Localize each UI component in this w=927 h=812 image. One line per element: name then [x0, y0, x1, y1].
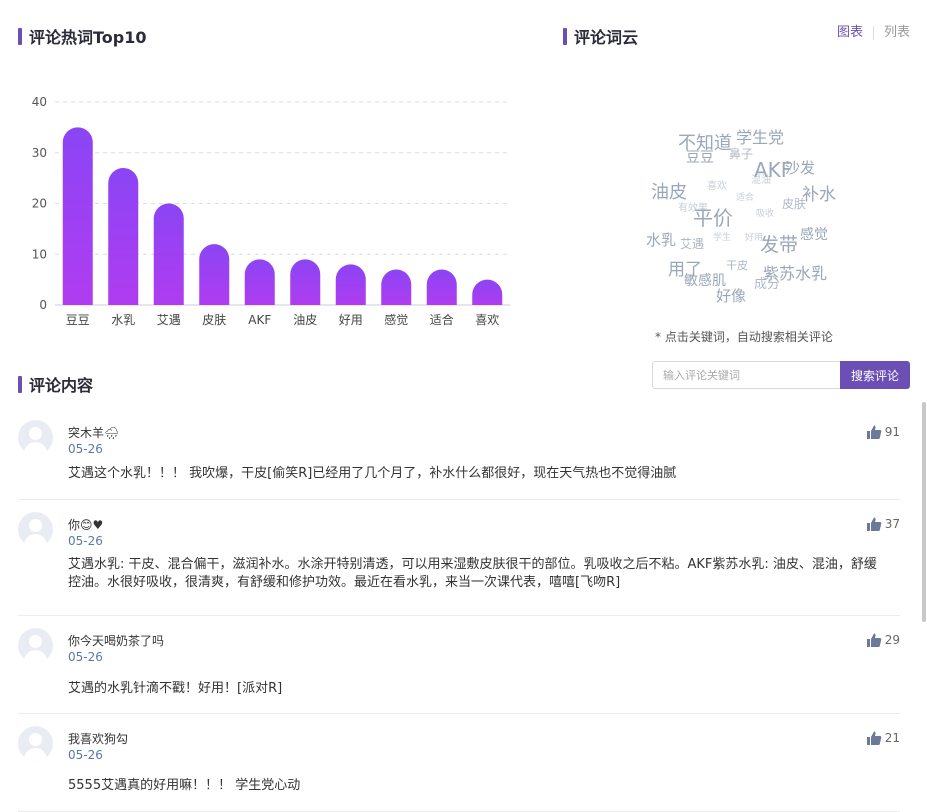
x-tick-label: 艾遇 — [157, 313, 181, 327]
cloud-word[interactable]: 适合 — [736, 194, 754, 203]
word-cloud-title-text: 评论词云 — [574, 28, 639, 47]
cloud-word[interactable]: 感觉 — [800, 228, 828, 242]
comment-search: 搜索评论 — [652, 361, 910, 389]
comment-text: 艾遇的水乳针滴不戳！好用！[派对R] — [68, 681, 283, 696]
x-tick-label: 皮肤 — [202, 312, 226, 327]
thumbs-up-icon — [866, 633, 882, 647]
x-tick-label: 感觉 — [384, 312, 408, 327]
comment-text: 艾遇这个水乳！！！ 我吹爆，干皮[偷笑R]已经用了几个月了，补水什么都很好，现在… — [68, 466, 677, 481]
cloud-word[interactable]: 学生 — [713, 234, 731, 243]
cloud-word[interactable]: 学生党 — [736, 130, 784, 146]
comment-date: 05-26 — [68, 534, 103, 548]
bar-豆豆[interactable] — [62, 127, 93, 306]
like-button[interactable]: 37 — [866, 516, 900, 532]
bar-AKF[interactable] — [244, 259, 275, 305]
bar-好用[interactable] — [335, 264, 366, 305]
x-tick-label: AKF — [248, 313, 271, 327]
bar-感觉[interactable] — [381, 269, 412, 305]
cloud-word[interactable]: 平价 — [693, 208, 733, 228]
cloud-word[interactable]: 艾遇 — [680, 238, 704, 250]
comment-item: 你😊♥ 05-26 37 艾遇水乳: 干皮、混合偏干，滋润补水。水涂开特别清透，… — [18, 500, 900, 616]
bar-适合[interactable] — [426, 269, 457, 305]
avatar — [18, 420, 53, 455]
comment-username: 你今天喝奶茶了吗 — [68, 634, 165, 648]
bar-水乳[interactable] — [108, 167, 139, 305]
cloud-word[interactable]: 油皮 — [651, 184, 687, 202]
comment-item: 突木羊🌧 05-26 91 艾遇这个水乳！！！ 我吹爆，干皮[偷笑R]已经用了几… — [18, 408, 900, 500]
x-tick-label: 好用 — [339, 313, 363, 327]
comments-title: 评论内容 — [18, 372, 93, 396]
like-button[interactable]: 21 — [866, 730, 900, 746]
cloud-word[interactable]: 敏感肌 — [684, 274, 726, 288]
tab-list[interactable]: 列表 — [874, 26, 920, 40]
cloud-word[interactable]: 补水 — [802, 187, 836, 204]
comment-text: 5555艾遇真的好用嘛！！！ 学生党心动 — [68, 778, 301, 793]
x-tick-label: 适合 — [430, 312, 454, 327]
cloud-word[interactable]: 好像 — [716, 289, 746, 304]
comment-item: 你今天喝奶茶了吗 05-26 29 艾遇的水乳针滴不戳！好用！[派对R] — [18, 616, 900, 714]
cloud-word[interactable]: 成分 — [754, 278, 780, 291]
cloud-word[interactable]: 豆豆 — [686, 151, 714, 165]
y-tick-label: 0 — [39, 298, 47, 312]
search-comments-button[interactable]: 搜索评论 — [840, 361, 910, 389]
title-accent-bar — [18, 375, 22, 393]
hot-words-bar-chart: 0 10 20 30 40 豆豆 水乳 艾遇 皮肤 AKF 油皮 好用 感觉 适合 喜欢 — [32, 95, 510, 327]
y-tick-label: 30 — [32, 146, 47, 160]
bar-皮肤[interactable] — [199, 244, 230, 305]
comment-username: 突木羊🌧 — [68, 426, 120, 440]
cloud-word[interactable]: 喜欢 — [707, 182, 727, 192]
cloud-word[interactable]: 干皮 — [726, 260, 748, 271]
x-tick-label: 水乳 — [111, 313, 135, 327]
word-cloud: 不知道 学生党 豆豆 鼻子 AKF 沙发 油皮 喜欢 混油 补水 有效果 适合 平价 吸收 皮肤 水乳 艾遇 学生… — [640, 120, 850, 320]
thumbs-up-icon — [866, 517, 882, 531]
like-count: 91 — [884, 425, 900, 439]
comment-item: 我喜欢狗勾 05-26 21 5555艾遇真的好用嘛！！！ 学生党心动 — [18, 714, 900, 812]
thumbs-up-icon — [866, 731, 882, 745]
like-count: 29 — [884, 633, 900, 647]
x-tick-label: 油皮 — [293, 313, 317, 327]
comment-list: 突木羊🌧 05-26 91 艾遇这个水乳！！！ 我吹爆，干皮[偷笑R]已经用了几… — [18, 408, 900, 812]
avatar — [18, 726, 53, 761]
comment-text: 艾遇水乳: 干皮、混合偏干，滋润补水。水涂开特别清透，可以用来湿敷皮肤很干的部位… — [68, 557, 877, 590]
like-count: 37 — [884, 517, 900, 531]
comments-title-text: 评论内容 — [29, 376, 94, 395]
cloud-word[interactable]: 沙发 — [785, 161, 815, 176]
comment-username: 你😊♥ — [68, 518, 104, 532]
like-count: 21 — [884, 731, 900, 745]
x-tick-label: 豆豆 — [66, 313, 90, 327]
y-tick-label: 40 — [32, 95, 47, 109]
scrollbar-thumb[interactable] — [922, 402, 926, 622]
like-button[interactable]: 91 — [866, 424, 900, 440]
y-tick-label: 20 — [32, 197, 47, 211]
comment-username: 我喜欢狗勾 — [68, 732, 129, 746]
word-cloud-title: 评论词云 — [563, 24, 638, 48]
thumbs-up-icon — [866, 425, 882, 439]
cloud-word[interactable]: 鼻子 — [729, 148, 753, 160]
comment-date: 05-26 — [68, 442, 103, 456]
bar-艾遇[interactable] — [153, 203, 184, 306]
search-input[interactable] — [652, 361, 840, 389]
cloud-word[interactable]: 皮肤 — [782, 198, 806, 210]
bar-油皮[interactable] — [290, 259, 321, 305]
word-cloud-hint: * 点击关键词，自动搜索相关评论 — [655, 330, 833, 344]
view-toggle: 图表 列表 — [827, 26, 927, 40]
like-button[interactable]: 29 — [866, 632, 900, 648]
bar-喜欢[interactable] — [472, 279, 503, 305]
tab-chart[interactable]: 图表 — [827, 26, 875, 40]
cloud-word[interactable]: 吸收 — [756, 210, 774, 219]
avatar — [18, 512, 53, 547]
hot-words-title-text: 评论热词Top10 — [29, 28, 147, 47]
title-accent-bar — [563, 27, 567, 45]
cloud-word[interactable]: 混油 — [751, 176, 771, 186]
comment-date: 05-26 — [68, 650, 103, 664]
x-tick-label: 喜欢 — [475, 312, 499, 327]
cloud-word[interactable]: 水乳 — [646, 233, 676, 248]
cloud-word[interactable]: 发带 — [760, 236, 798, 255]
comment-date: 05-26 — [68, 748, 103, 762]
y-tick-label: 10 — [32, 247, 47, 261]
title-accent-bar — [18, 27, 22, 45]
avatar — [18, 628, 53, 663]
hot-words-title: 评论热词Top10 — [18, 24, 147, 48]
